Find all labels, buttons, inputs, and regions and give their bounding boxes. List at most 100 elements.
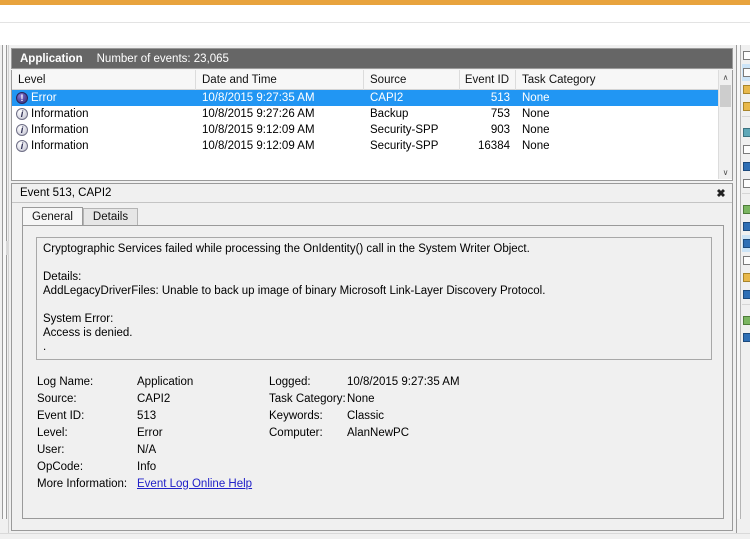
metadata-value: CAPI2 [137, 392, 171, 405]
metadata-value: Error [137, 426, 163, 439]
attach-event-icon [743, 273, 750, 282]
status-bar [0, 533, 750, 539]
actions-pane-item[interactable] [742, 64, 750, 81]
metadata-row: Computer: AlanNewPC [269, 424, 569, 441]
table-row[interactable]: Error 10/8/2015 9:27:35 AM CAPI2 513 None [12, 90, 718, 106]
properties-icon [743, 85, 750, 94]
table-row[interactable]: Information 10/8/2015 9:27:26 AM Backup 753… [12, 106, 718, 122]
cell-datetime: 10/8/2015 9:12:09 AM [202, 124, 315, 136]
metadata-label: Event ID: [37, 409, 85, 422]
metadata-row: OpCode: Info [37, 458, 267, 475]
actions-pane-separator [742, 116, 750, 123]
cell-event_id: 903 [490, 124, 510, 136]
window-chrome-upper [0, 5, 750, 22]
column-header-task[interactable]: Task Category [516, 70, 706, 90]
metadata-value: None [347, 392, 375, 405]
metadata-label: User: [37, 443, 65, 456]
cell-task: None [522, 124, 550, 136]
cell-source: Backup [370, 108, 409, 120]
metadata-label: OpCode: [37, 460, 84, 473]
description-line [43, 298, 705, 312]
actions-pane-item[interactable] [742, 218, 750, 235]
cell-event_id: 513 [490, 92, 510, 104]
metadata-row: User: N/A [37, 441, 267, 458]
table-row[interactable]: Information 10/8/2015 9:12:09 AM Security-… [12, 122, 718, 138]
actions-pane-item[interactable] [742, 235, 750, 252]
metadata-row: Logged: 10/8/2015 9:27:35 AM [269, 373, 569, 390]
actions-pane[interactable] [736, 45, 750, 539]
event-description-box[interactable]: Cryptographic Services failed while proc… [36, 237, 712, 360]
tab-details[interactable]: Details [82, 208, 139, 226]
cell-level-label: Information [31, 124, 89, 136]
actions-pane-item[interactable] [742, 141, 750, 158]
tab-general[interactable]: General [22, 207, 83, 226]
metadata-row: Task Category: None [269, 390, 569, 407]
actions-pane-item[interactable] [742, 98, 750, 115]
events-list-panel: Level Date and Time Source Event ID Task Cat… [11, 69, 733, 181]
event-detail-title: Event 513, CAPI2 [20, 187, 112, 199]
event-props-icon [743, 239, 750, 248]
description-line: Access is denied. [43, 327, 133, 339]
scroll-up-icon[interactable]: ∧ [719, 70, 732, 84]
actions-pane-separator [742, 304, 750, 311]
actions-pane-item[interactable] [742, 269, 750, 286]
actions-pane-item[interactable] [742, 286, 750, 303]
actions-pane-item[interactable] [742, 175, 750, 192]
refresh-icon [743, 205, 750, 214]
help2-icon [743, 333, 750, 342]
information-icon [16, 140, 28, 152]
cell-task: None [522, 92, 550, 104]
left-pane-splitter-track[interactable] [2, 45, 9, 519]
actions-pane-item[interactable] [742, 158, 750, 175]
column-header-level[interactable]: Level [12, 69, 196, 90]
cell-event_id: 753 [490, 108, 510, 120]
event-detail-tabs[interactable]: General Details [22, 207, 722, 226]
metadata-value: 513 [137, 409, 157, 422]
events-list-scrollbar[interactable]: ∧ ∨ [718, 70, 732, 179]
table-row[interactable]: Information 10/8/2015 9:12:09 AM Security-… [12, 138, 718, 154]
actions-pane-item[interactable] [742, 312, 750, 329]
cell-level-label: Error [31, 92, 57, 104]
actions-pane-items[interactable] [742, 47, 750, 346]
metadata-value: N/A [137, 443, 157, 456]
actions-pane-item[interactable] [742, 47, 750, 64]
cell-level: Information [12, 106, 196, 122]
left-pane-splitter[interactable] [0, 45, 9, 539]
column-header-event_id[interactable]: Event ID [460, 69, 516, 90]
cell-datetime: 10/8/2015 9:12:09 AM [202, 140, 315, 152]
metadata-value: Classic [347, 409, 385, 422]
cell-level: Error [12, 90, 196, 106]
scrollbar-thumb[interactable] [720, 85, 731, 107]
actions-pane-item[interactable] [742, 252, 750, 269]
center-pane: Application Number of events: 23,065 Lev… [9, 45, 736, 539]
event-metadata: Log Name: Application Source: CAPI2 Event ID… [37, 373, 709, 491]
column-header-source[interactable]: Source [364, 69, 460, 90]
actions-pane-item[interactable] [742, 329, 750, 346]
column-header-datetime[interactable]: Date and Time [196, 69, 364, 90]
error-icon [16, 92, 28, 104]
cell-level: Information [12, 138, 196, 154]
actions-pane-item[interactable] [742, 201, 750, 218]
metadata-row: Level: Error [37, 424, 267, 441]
event-log-online-help-link[interactable]: Event Log Online Help [137, 478, 252, 490]
actions-pane-splitter[interactable] [737, 45, 741, 519]
events-list-header-row[interactable]: Level Date and Time Source Event ID Task Cat… [12, 69, 732, 90]
actions-pane-item[interactable] [742, 124, 750, 141]
metadata-value: Info [137, 460, 157, 473]
metadata-row: Keywords: Classic [269, 407, 569, 424]
metadata-row: Source: CAPI2 [37, 390, 267, 407]
cell-source: CAPI2 [370, 92, 404, 104]
document-icon [743, 51, 750, 60]
metadata-row: More Information: Event Log Online Help [37, 475, 267, 492]
metadata-label: Source: [37, 392, 77, 405]
cell-source: Security-SPP [370, 140, 439, 152]
scroll-down-icon[interactable]: ∨ [719, 165, 732, 179]
cell-datetime: 10/8/2015 9:27:26 AM [202, 108, 315, 120]
actions-pane-item[interactable] [742, 81, 750, 98]
attach-task-icon [743, 162, 750, 171]
events-list-body[interactable]: Error10/8/2015 9:27:35 AMCAPI2513NoneInf… [12, 90, 718, 178]
cell-task: None [522, 140, 550, 152]
close-icon[interactable]: ✖ [712, 186, 730, 201]
filter-icon [743, 102, 750, 111]
save-selected-icon [743, 290, 750, 299]
